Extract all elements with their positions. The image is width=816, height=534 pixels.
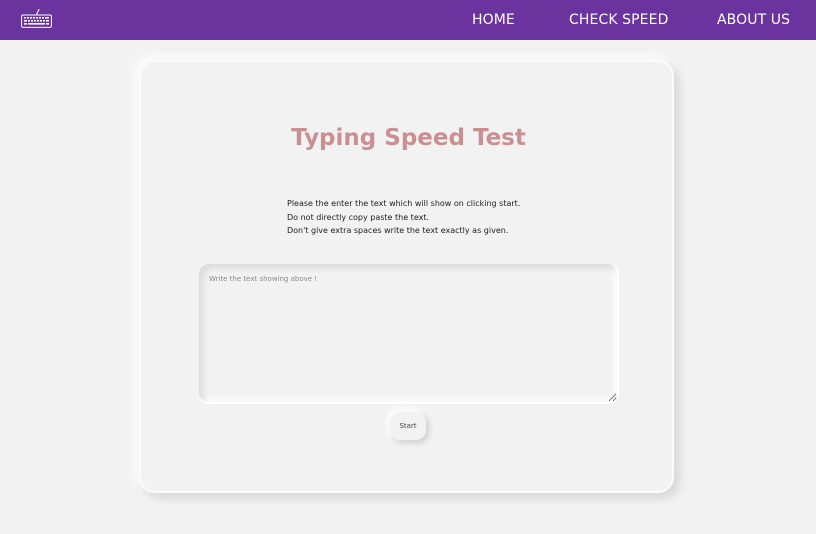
navbar: HOME CHECK SPEED ABOUT US [0, 0, 816, 40]
keyboard-icon[interactable] [21, 9, 52, 28]
page-title: Typing Speed Test [291, 125, 526, 151]
instruction-line: Don't give extra spaces write the text e… [287, 226, 509, 235]
typing-test-card: Typing Speed Test Please the enter the t… [139, 60, 674, 493]
nav-home-link[interactable]: HOME [472, 0, 515, 40]
nav-check-speed-link[interactable]: CHECK SPEED [569, 0, 668, 40]
typing-input[interactable] [199, 264, 619, 404]
instruction-line: Please the enter the text which will sho… [287, 199, 521, 208]
instructions: Please the enter the text which will sho… [287, 197, 587, 238]
nav-about-us-link[interactable]: ABOUT US [717, 0, 790, 40]
start-button[interactable]: Start [390, 412, 426, 440]
instruction-line: Do not directly copy paste the text. [287, 212, 430, 222]
